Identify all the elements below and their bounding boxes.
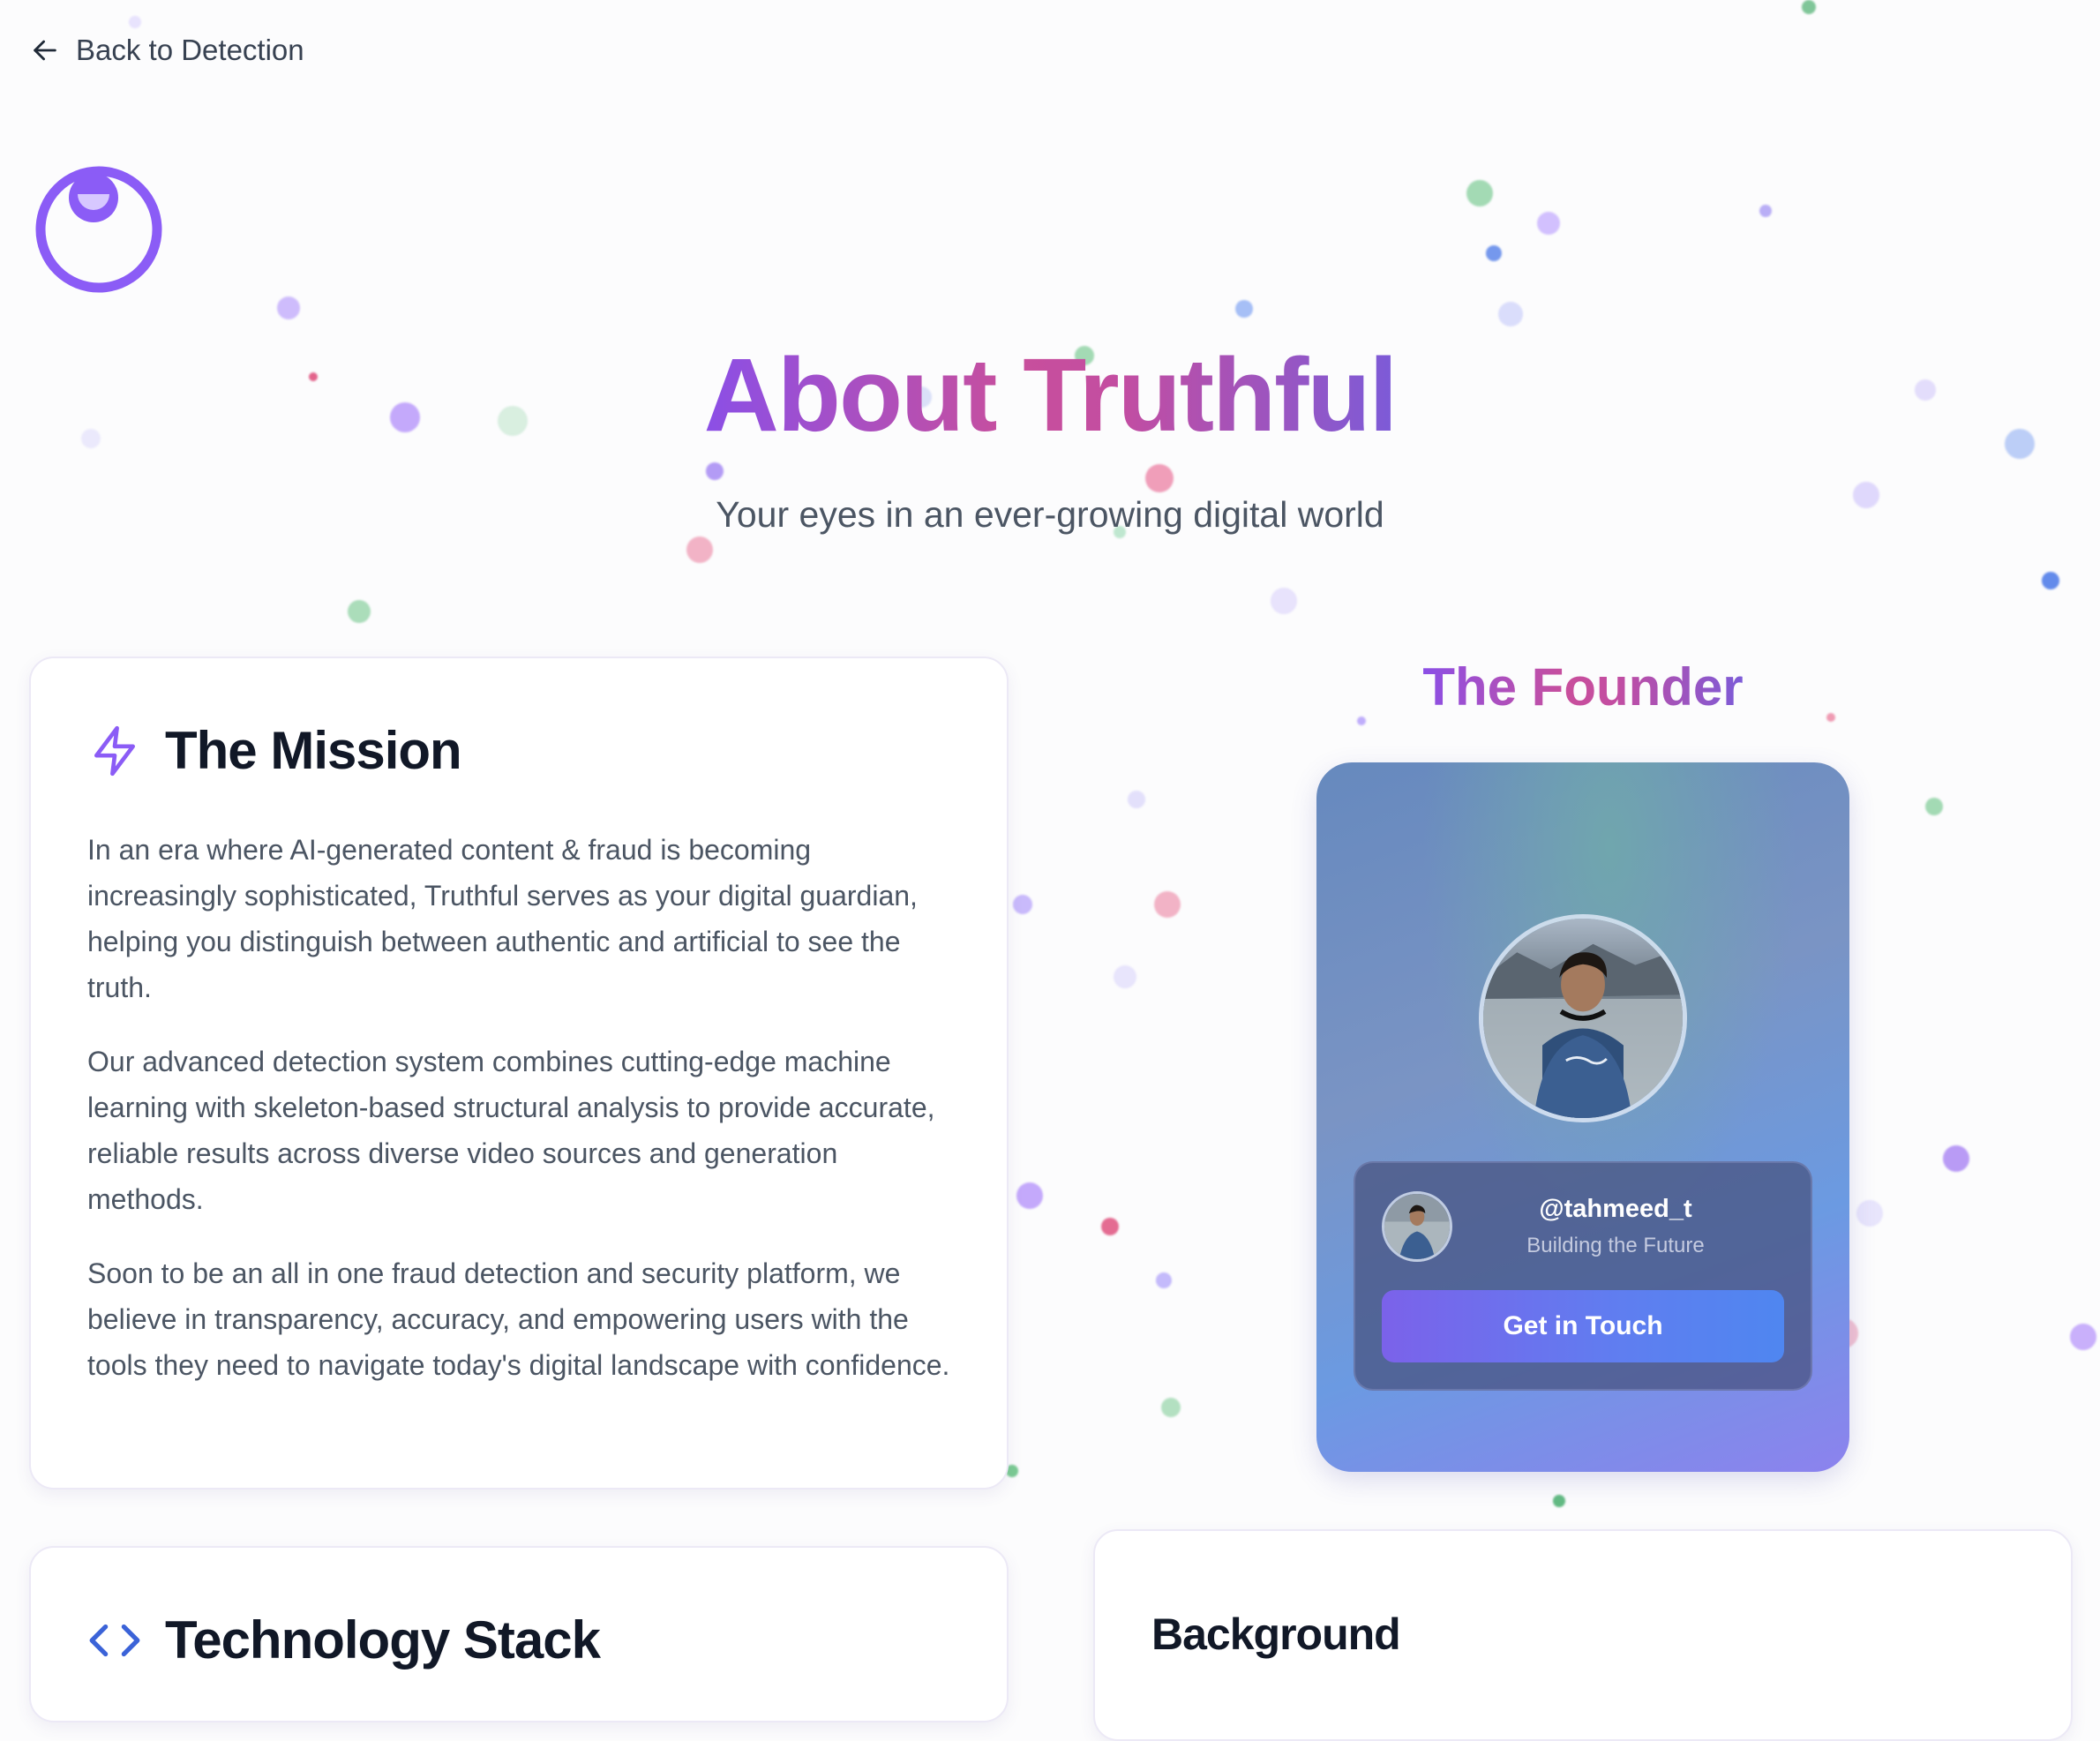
- background-title: Background: [1151, 1610, 1401, 1659]
- founder-heading: The Founder: [1318, 657, 1848, 717]
- get-in-touch-button[interactable]: Get in Touch: [1382, 1290, 1784, 1362]
- back-link-label: Back to Detection: [76, 34, 304, 66]
- founder-avatar: [1479, 914, 1687, 1122]
- mission-paragraph: Soon to be an all in one fraud detection…: [87, 1257, 950, 1381]
- mission-paragraph: Our advanced detection system combines c…: [87, 1046, 935, 1215]
- code-brackets-icon: [89, 1624, 140, 1656]
- lightning-bolt-icon: [94, 725, 135, 776]
- tech-title: Technology Stack: [165, 1610, 601, 1670]
- mission-title: The Mission: [165, 721, 462, 780]
- background-card: Background: [1093, 1529, 2073, 1741]
- mission-paragraph: In an era where AI-generated content & f…: [87, 834, 918, 1003]
- mission-card: The Mission In an era where AI-generated…: [29, 657, 1009, 1490]
- founder-heading-text: The Founder: [1422, 657, 1744, 717]
- technology-stack-card: Technology Stack: [29, 1546, 1009, 1722]
- arrow-left-icon: [34, 40, 56, 61]
- founder-card: @tahmeed_t Building the Future Get in To…: [1316, 762, 1849, 1472]
- founder-tagline: Building the Future: [1526, 1234, 1705, 1257]
- page-subtitle: Your eyes in an ever-growing digital wor…: [716, 494, 1384, 535]
- mission-header: The Mission: [87, 720, 950, 781]
- founder-handle: @tahmeed_t: [1539, 1195, 1692, 1223]
- page-title-text: About Truthful: [703, 337, 1399, 454]
- back-to-detection-link[interactable]: Back to Detection: [30, 34, 304, 67]
- tech-header: Technology Stack: [87, 1610, 950, 1670]
- founder-photo: [1483, 919, 1683, 1118]
- founder-profile-panel: @tahmeed_t Building the Future Get in To…: [1354, 1161, 1812, 1391]
- page-title: About Truthful: [0, 337, 2100, 454]
- eye-logo-icon: [35, 166, 162, 293]
